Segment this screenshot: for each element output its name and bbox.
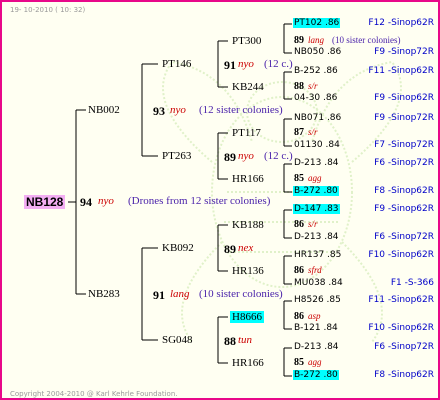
gen2-year: 88: [224, 334, 236, 348]
sire-year: 93: [153, 104, 165, 118]
gen3-year: 86: [294, 265, 304, 276]
gen3-line: asp: [308, 311, 321, 321]
gen4-code: F9 -Sinop72R: [374, 113, 434, 123]
gen4-code: F11 -Sinop62R: [368, 66, 434, 76]
dam-year: 91: [153, 288, 165, 302]
gen3-year: 88: [294, 81, 304, 92]
gen4-code: F8 -Sinop62R: [374, 186, 434, 196]
gen3-year: 86: [294, 311, 304, 322]
gen3-line: agg: [308, 357, 322, 367]
gen3-year: 85: [294, 357, 304, 368]
pedigree-frame: 19- 10-2010 ( 10: 32) NB128 94 nyo (Dron…: [0, 0, 440, 400]
gen3-year: 86: [294, 219, 304, 230]
root-line: nyo: [98, 195, 114, 207]
sire-note: (12 sister colonies): [199, 104, 283, 116]
gen3-queen-id[interactable]: PT300: [232, 35, 261, 47]
gen4-code: F10 -Sinop62R: [368, 323, 434, 333]
gen4-code: F6 -Sinop72R: [374, 342, 434, 352]
gen4-code: F7 -Sinop72R: [374, 140, 434, 150]
gen2-line: nyo: [238, 58, 254, 70]
gen2-queen-id[interactable]: PT146: [162, 58, 191, 70]
sire-queen-id[interactable]: NB002: [88, 104, 120, 116]
gen3-queen-id[interactable]: PT117: [232, 127, 261, 139]
gen2-queen-id[interactable]: KB092: [162, 242, 194, 254]
gen4-code: F1 -S-366: [390, 278, 434, 288]
gen4-code: F8 -Sinop62R: [374, 370, 434, 380]
gen4-code: F6 -Sinop72R: [374, 232, 434, 242]
gen3-line: s/r: [308, 219, 318, 229]
gen2-queen-id[interactable]: SG048: [162, 334, 193, 346]
dam-line: lang: [170, 288, 190, 300]
gen2-year: 91: [224, 58, 236, 72]
gen2-year: 89: [224, 242, 236, 256]
gen3-line: agg: [308, 173, 322, 183]
gen3-line: s/r: [308, 127, 318, 137]
gen2-year: 89: [224, 150, 236, 164]
gen4-code: F11 -Sinop62R: [368, 295, 434, 305]
gen2-note: (12 c.): [264, 150, 293, 162]
gen2-note: (12 c.): [264, 58, 293, 70]
gen3-line: lang: [308, 35, 325, 45]
gen2-line: nyo: [238, 150, 254, 162]
gen4-code: F9 -Sinop62R: [374, 93, 434, 103]
gen3-queen-id[interactable]: HR166: [232, 173, 264, 185]
gen4-code: F12 -Sinop62R: [368, 18, 434, 28]
dam-note: (10 sister colonies): [199, 288, 283, 300]
root-queen-id[interactable]: NB128: [24, 195, 66, 209]
gen3-queen-id[interactable]: HR136: [232, 265, 264, 277]
gen4-code: F6 -Sinop72R: [374, 158, 434, 168]
gen2-line: tun: [238, 334, 253, 346]
gen3-year: 89: [294, 35, 304, 46]
gen4-code: F10 -Sinop62R: [368, 250, 434, 260]
sire-line: nyo: [170, 104, 186, 116]
gen3-line: sfrd: [308, 265, 322, 275]
gen3-queen-id-highlighted[interactable]: H8666: [230, 311, 264, 323]
gen2-queen-id[interactable]: PT263: [162, 150, 191, 162]
gen3-queen-id[interactable]: KB188: [232, 219, 264, 231]
gen3-queen-id[interactable]: KB244: [232, 81, 264, 93]
root-note: (Drones from 12 sister colonies): [128, 195, 271, 207]
gen4-code: F9 -Sinop62R: [374, 204, 434, 214]
gen3-year: 85: [294, 173, 304, 184]
copyright-footer: Copyright 2004-2010 @ Karl Kehrle Founda…: [10, 390, 178, 398]
gen3-note: (10 sister colonies): [332, 35, 401, 45]
root-year: 94: [80, 195, 92, 209]
gen3-queen-id[interactable]: HR166: [232, 357, 264, 369]
gen3-line: s/r: [308, 81, 318, 91]
dam-queen-id[interactable]: NB283: [88, 288, 120, 300]
gen2-line: nex: [238, 242, 254, 254]
gen4-code: F9 -Sinop72R: [374, 47, 434, 57]
gen3-year: 87: [294, 127, 304, 138]
